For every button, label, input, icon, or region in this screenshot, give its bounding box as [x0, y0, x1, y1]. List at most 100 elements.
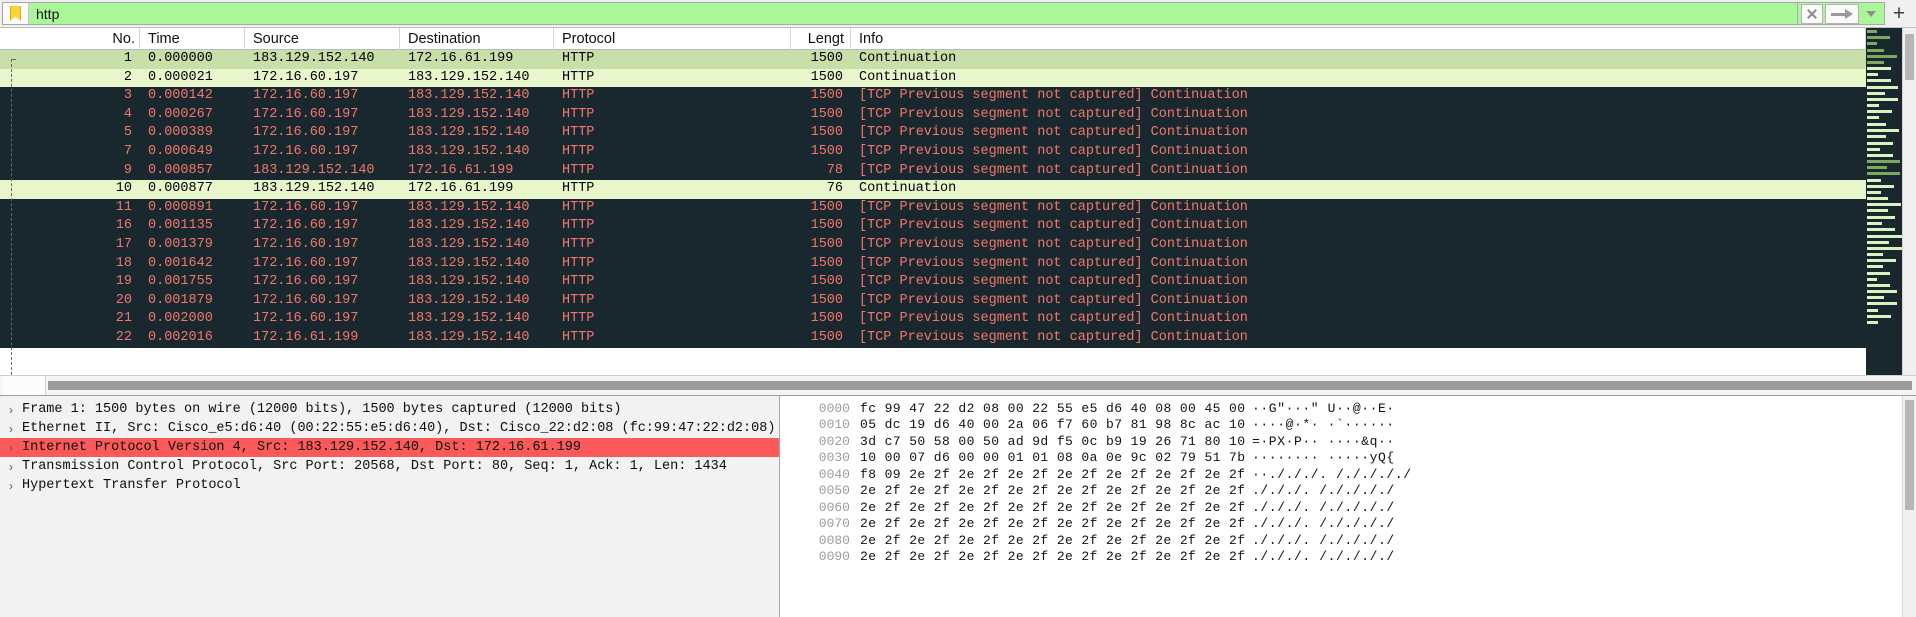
packet-time: 0.000877 — [148, 181, 213, 197]
column-header-destination[interactable]: Destination — [400, 27, 554, 50]
packet-destination: 183.129.152.140 — [408, 125, 530, 141]
packet-row[interactable]: 11 0.000891 172.16.60.197 183.129.152.140 HT… — [0, 198, 1866, 218]
add-filter-button[interactable]: + — [1885, 2, 1913, 25]
packet-row[interactable]: 7 0.000649 172.16.60.197 183.129.152.140 HTT… — [0, 142, 1866, 162]
hex-dump-row[interactable]: 0050 2e 2f 2e 2f 2e 2f 2e 2f 2e 2f 2e 2f … — [798, 483, 1412, 500]
scrollbar-thumb[interactable] — [1905, 34, 1914, 80]
packet-time: 0.000021 — [148, 69, 213, 85]
packet-protocol: HTTP — [562, 311, 595, 327]
scrollbar-thumb-horizontal[interactable] — [48, 381, 1912, 390]
hex-dump-row[interactable]: 0080 2e 2f 2e 2f 2e 2f 2e 2f 2e 2f 2e 2f … — [798, 532, 1412, 549]
packet-time: 0.000389 — [148, 125, 213, 141]
hex-bytes: fc 99 47 22 d2 08 00 22 55 e5 d6 40 08 0… — [860, 400, 1246, 416]
intelligence-tick — [1867, 141, 1893, 145]
packet-row[interactable]: 18 0.001642 172.16.60.197 183.129.152.140 HT… — [0, 254, 1866, 274]
column-header-info[interactable]: Info — [851, 27, 1866, 50]
packet-row[interactable]: 2 0.000021 172.16.60.197 183.129.152.140 HTT… — [0, 68, 1866, 88]
packet-row[interactable]: 21 0.002000 172.16.60.197 183.129.152.140 HT… — [0, 310, 1866, 329]
packet-time: 0.000649 — [148, 143, 213, 159]
detail-tree-row[interactable]: › Transmission Control Protocol, Src Port… — [0, 457, 779, 476]
packet-time: 0.000891 — [148, 199, 213, 215]
packet-protocol: HTTP — [562, 143, 595, 159]
packet-destination: 183.129.152.140 — [408, 143, 530, 159]
scrollbar-thumb-bytes[interactable] — [1905, 400, 1914, 510]
packet-no: 5 — [123, 125, 132, 141]
detail-tree-label: Transmission Control Protocol, Src Port:… — [22, 459, 727, 474]
intelligence-tick — [1867, 67, 1891, 71]
packet-row[interactable]: 22 0.002016 172.16.61.199 183.129.152.140 HT… — [0, 328, 1866, 348]
bytes-vertical-scrollbar[interactable] — [1902, 396, 1916, 617]
chevron-right-icon[interactable]: › — [0, 422, 22, 436]
hex-offset: 0020 — [818, 433, 850, 449]
hex-dump-row[interactable]: 0000 fc 99 47 22 d2 08 00 22 55 e5 d6 40 … — [798, 400, 1412, 417]
packet-row[interactable]: 3 0.000142 172.16.60.197 183.129.152.140 HTT… — [0, 87, 1866, 106]
packet-row[interactable]: 20 0.001879 172.16.60.197 183.129.152.140 HT… — [0, 291, 1866, 311]
intelligence-tick — [1867, 253, 1883, 257]
detail-tree-row[interactable]: › Ethernet II, Src: Cisco_e5:d6:40 (00:22… — [0, 419, 779, 438]
intelligence-tick — [1867, 190, 1881, 194]
packet-row[interactable]: 10 0.000877 183.129.152.140 172.16.61.199 HT… — [0, 180, 1866, 199]
packet-rows: 1 0.000000 183.129.152.140 172.16.61.199 HTT… — [0, 50, 1866, 348]
intelligence-tick — [1867, 290, 1897, 294]
packet-row[interactable]: 16 0.001135 172.16.60.197 183.129.152.140 HT… — [0, 217, 1866, 236]
intelligence-tick — [1867, 91, 1885, 95]
packet-row[interactable]: 1 0.000000 183.129.152.140 172.16.61.199 HTT… — [0, 50, 1866, 69]
chevron-down-icon — [1866, 10, 1876, 17]
hex-dump-row[interactable]: 0040 f8 09 2e 2f 2e 2f 2e 2f 2e 2f 2e 2f … — [798, 466, 1412, 483]
column-header-time[interactable]: Time — [140, 27, 245, 50]
packet-no: 17 — [115, 236, 132, 252]
packet-protocol: HTTP — [562, 181, 595, 197]
packet-source: 172.16.60.197 — [253, 311, 359, 327]
hex-ascii: ./././. /././././ — [1252, 532, 1395, 548]
chevron-right-icon[interactable]: › — [0, 441, 22, 455]
hex-dump: 0000 fc 99 47 22 d2 08 00 22 55 e5 d6 40 … — [780, 400, 1412, 617]
packet-list-horizontal-scrollbar[interactable] — [0, 375, 1916, 395]
hex-dump-row[interactable]: 0030 10 00 07 d6 00 00 01 01 08 0a 0e 9c … — [798, 450, 1412, 467]
packet-source: 172.16.60.197 — [253, 199, 359, 215]
packet-list-vertical-scrollbar[interactable] — [1902, 28, 1916, 375]
column-header-no[interactable]: No. — [0, 27, 140, 50]
packet-row[interactable]: 9 0.000857 183.129.152.140 172.16.61.199 HTT… — [0, 161, 1866, 181]
column-header-length[interactable]: Lengt — [791, 27, 851, 50]
clear-filter-button[interactable] — [1801, 3, 1823, 24]
hex-bytes: 2e 2f 2e 2f 2e 2f 2e 2f 2e 2f 2e 2f 2e 2… — [860, 499, 1246, 515]
hex-bytes: 2e 2f 2e 2f 2e 2f 2e 2f 2e 2f 2e 2f 2e 2… — [860, 516, 1246, 532]
apply-filter-button[interactable] — [1825, 3, 1859, 24]
detail-tree-row[interactable]: › Internet Protocol Version 4, Src: 183.1… — [0, 438, 779, 457]
scrollbar-left-pad — [2, 376, 46, 395]
filter-bookmark-button[interactable] — [2, 2, 28, 25]
chevron-right-icon[interactable]: › — [0, 403, 22, 417]
chevron-right-icon[interactable]: › — [0, 479, 22, 493]
intelligence-tick — [1867, 209, 1888, 213]
detail-tree-row[interactable]: › Hypertext Transfer Protocol — [0, 476, 779, 495]
packet-row[interactable]: 17 0.001379 172.16.60.197 183.129.152.140 HT… — [0, 235, 1866, 255]
packet-row[interactable]: 19 0.001755 172.16.60.197 183.129.152.140 HT… — [0, 273, 1866, 292]
hex-dump-row[interactable]: 0090 2e 2f 2e 2f 2e 2f 2e 2f 2e 2f 2e 2f … — [798, 549, 1412, 566]
packet-bytes-pane: 0000 fc 99 47 22 d2 08 00 22 55 e5 d6 40 … — [780, 396, 1916, 617]
packet-no: 21 — [115, 311, 132, 327]
packet-destination: 183.129.152.140 — [408, 274, 530, 290]
intelligence-tick — [1867, 315, 1891, 318]
packet-destination: 183.129.152.140 — [408, 292, 530, 308]
column-header-protocol[interactable]: Protocol — [554, 27, 791, 50]
column-header-source[interactable]: Source — [245, 27, 400, 50]
intelligence-tick — [1867, 60, 1884, 64]
packet-time: 0.001135 — [148, 218, 213, 234]
chevron-right-icon[interactable]: › — [0, 460, 22, 474]
packet-protocol: HTTP — [562, 125, 595, 141]
detail-tree-row[interactable]: › Frame 1: 1500 bytes on wire (12000 bits… — [0, 400, 779, 419]
filter-history-dropdown[interactable] — [1861, 4, 1881, 24]
packet-protocol: HTTP — [562, 329, 595, 345]
packet-row[interactable]: 5 0.000389 172.16.60.197 183.129.152.140 HTT… — [0, 124, 1866, 143]
packet-length: 1500 — [810, 125, 843, 141]
hex-dump-row[interactable]: 0060 2e 2f 2e 2f 2e 2f 2e 2f 2e 2f 2e 2f … — [798, 499, 1412, 516]
hex-dump-row[interactable]: 0020 3d c7 50 58 00 50 ad 9d f5 0c b9 19 … — [798, 433, 1412, 450]
display-filter-input[interactable]: http — [28, 2, 1798, 25]
hex-dump-row[interactable]: 0070 2e 2f 2e 2f 2e 2f 2e 2f 2e 2f 2e 2f … — [798, 516, 1412, 533]
packet-row[interactable]: 4 0.000267 172.16.60.197 183.129.152.140 HTT… — [0, 105, 1866, 125]
packet-details-pane: › Frame 1: 1500 bytes on wire (12000 bits… — [0, 396, 780, 617]
intelligence-tick — [1867, 116, 1879, 120]
packet-destination: 183.129.152.140 — [408, 88, 530, 104]
intelligence-tick — [1867, 166, 1887, 170]
hex-dump-row[interactable]: 0010 05 dc 19 d6 40 00 2a 06 f7 60 b7 81 … — [798, 417, 1412, 434]
